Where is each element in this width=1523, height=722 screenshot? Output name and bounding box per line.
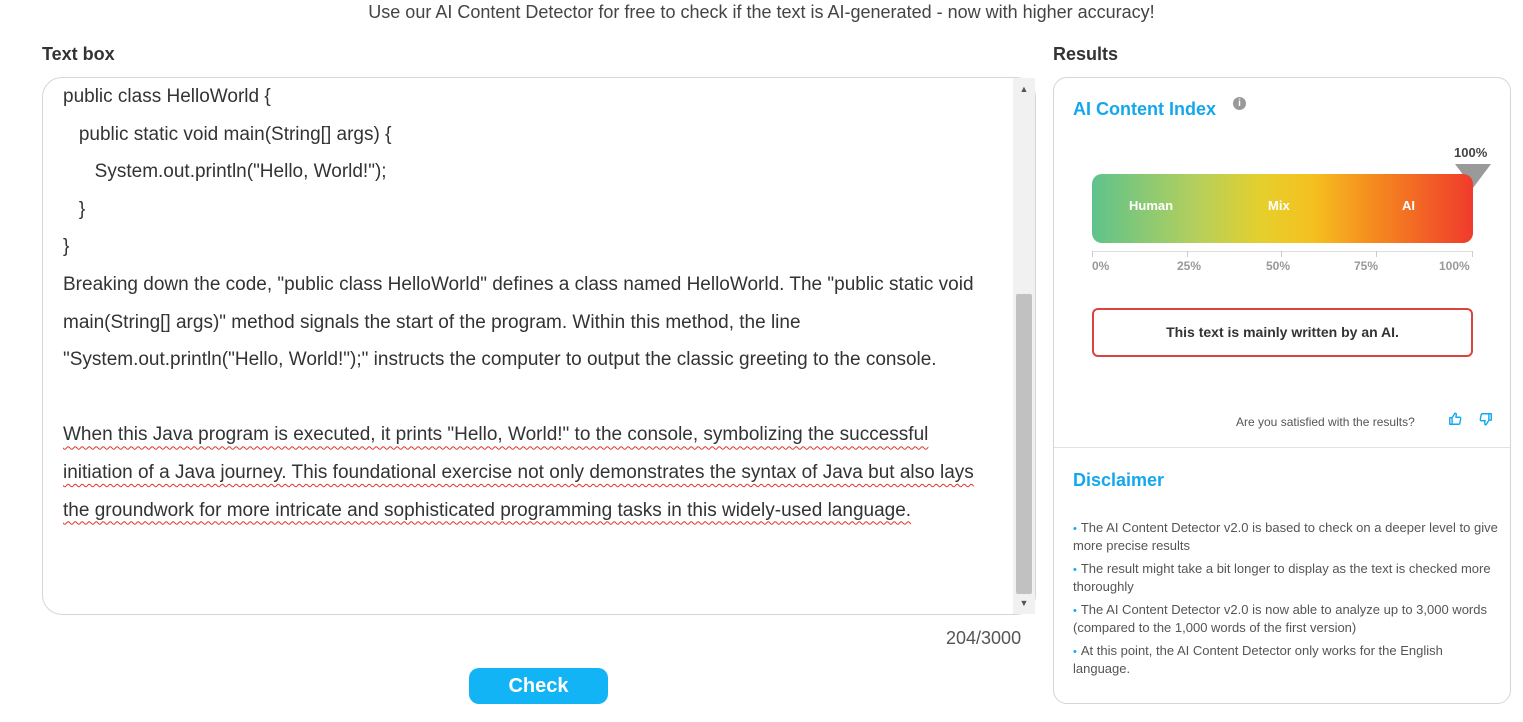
axis-tick xyxy=(1472,251,1473,257)
axis-tick-label: 75% xyxy=(1354,259,1379,273)
scroll-down-arrow-icon[interactable]: ▼ xyxy=(1013,594,1035,612)
disclaimer-item: • The AI Content Detector v2.0 is based t… xyxy=(1073,520,1498,553)
thumbs-up-icon[interactable] xyxy=(1448,412,1462,428)
bullet-icon: • xyxy=(1073,646,1077,658)
axis-tick xyxy=(1187,251,1188,257)
score-label: 100% xyxy=(1454,145,1488,160)
gauge-label-mix: Mix xyxy=(1268,198,1290,213)
ai-content-index-title: AI Content Index xyxy=(1073,99,1216,119)
code-line: } xyxy=(63,198,86,220)
axis-tick-label: 25% xyxy=(1177,259,1202,273)
verdict-box: This text is mainly written by an AI. xyxy=(1092,308,1473,357)
disclaimer-item-text: The AI Content Detector v2.0 is now able… xyxy=(1073,602,1487,635)
axis-tick xyxy=(1092,251,1093,257)
thumbs-down-icon[interactable] xyxy=(1479,412,1493,428)
axis-tick xyxy=(1281,251,1282,257)
axis-tick xyxy=(1376,251,1377,257)
satisfaction-prompt: Are you satisfied with the results? xyxy=(1236,415,1415,429)
paragraph-execution: When this Java program is executed, it p… xyxy=(63,424,974,521)
axis-tick-label: 100% xyxy=(1439,259,1470,273)
results-divider xyxy=(1054,447,1510,448)
code-line: } xyxy=(63,236,70,258)
bullet-icon: • xyxy=(1073,605,1077,617)
gauge-label-human: Human xyxy=(1129,198,1174,213)
textbox-scrollbar[interactable]: ▲ ▼ xyxy=(1013,78,1035,614)
info-icon[interactable]: i xyxy=(1233,97,1246,110)
results-panel: AI Content Index i 100% Human Mix AI 0% … xyxy=(1053,77,1511,704)
code-line: System.out.println("Hello, World!"); xyxy=(63,161,387,183)
paragraph-breakdown: Breaking down the code, "public class He… xyxy=(63,273,974,371)
gauge-label-ai: AI xyxy=(1402,198,1415,213)
code-line: public static void main(String[] args) { xyxy=(63,123,392,145)
disclaimer-item-text: The AI Content Detector v2.0 is based to… xyxy=(1073,520,1498,553)
results-label: Results xyxy=(1053,44,1119,64)
bullet-icon: • xyxy=(1073,564,1077,576)
page-tagline: Use our AI Content Detector for free to … xyxy=(368,2,1155,22)
textbox-label: Text box xyxy=(42,44,115,64)
disclaimer-item: • At this point, the AI Content Detector … xyxy=(1073,643,1498,676)
disclaimer-title: Disclaimer xyxy=(1073,470,1165,490)
ai-index-gauge: Human Mix AI xyxy=(1092,174,1473,243)
text-input-content[interactable]: public class HelloWorld { public static … xyxy=(63,78,998,529)
scroll-up-arrow-icon[interactable]: ▲ xyxy=(1013,80,1035,98)
gauge-axis xyxy=(1092,251,1473,252)
text-input-area[interactable]: public class HelloWorld { public static … xyxy=(42,77,1036,615)
disclaimer-item-text: At this point, the AI Content Detector o… xyxy=(1073,643,1443,676)
scroll-thumb[interactable] xyxy=(1016,294,1032,594)
disclaimer-item: • The result might take a bit longer to d… xyxy=(1073,561,1498,594)
code-line: public class HelloWorld { xyxy=(63,86,271,107)
disclaimer-item-text: The result might take a bit longer to di… xyxy=(1073,561,1491,594)
axis-tick-label: 0% xyxy=(1092,259,1110,273)
check-button[interactable]: Check xyxy=(469,668,608,704)
word-counter: 204/3000 xyxy=(946,628,1022,648)
bullet-icon: • xyxy=(1073,523,1077,535)
axis-tick-label: 50% xyxy=(1266,259,1291,273)
disclaimer-list: • The AI Content Detector v2.0 is based t… xyxy=(1073,520,1498,684)
disclaimer-item: • The AI Content Detector v2.0 is now abl… xyxy=(1073,602,1498,635)
